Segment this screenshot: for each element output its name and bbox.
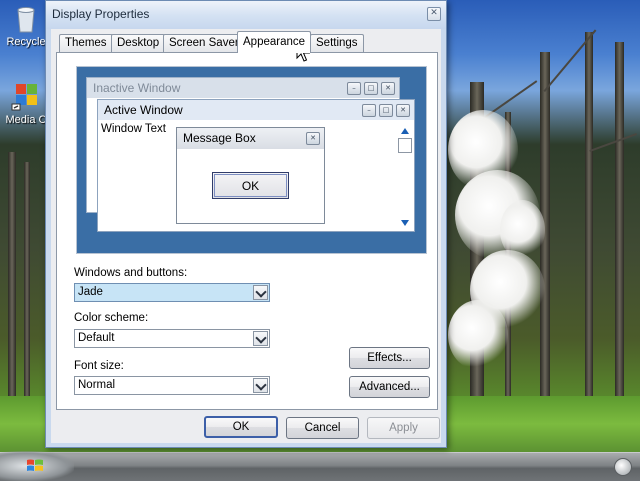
preview-message-box: Message Box ✕ OK (176, 127, 325, 224)
maximize-icon: □ (379, 104, 393, 117)
tree-trunk (24, 162, 30, 412)
tab-themes[interactable]: Themes (59, 34, 113, 52)
recycle-bin-icon (10, 2, 42, 34)
cancel-button[interactable]: Cancel (286, 417, 359, 439)
scroll-thumb (398, 138, 412, 153)
desktop-icon-label: Recycle (6, 36, 46, 48)
scroll-up-arrow-icon (401, 128, 409, 134)
preview-inactive-caption-buttons: – □ ✕ (344, 82, 395, 95)
start-button[interactable] (0, 451, 74, 481)
preview-message-box-caption-buttons: ✕ (303, 132, 320, 145)
tree-branch (589, 133, 637, 152)
font-size-select[interactable]: Normal (74, 376, 270, 395)
preview-scrollbar (398, 124, 412, 229)
close-icon: ✕ (381, 82, 395, 95)
font-size-value: Normal (78, 379, 116, 391)
windows-and-buttons-select[interactable]: Jade (74, 283, 270, 302)
preview-active-caption-buttons: – □ ✕ (359, 104, 410, 117)
appearance-preview: Inactive Window – □ ✕ Active Window – □ ✕ Wi… (76, 66, 427, 254)
desktop-icon-label: Media C (5, 114, 47, 126)
preview-message-box-title: Message Box (177, 128, 324, 149)
scroll-down-arrow-icon (401, 220, 409, 226)
media-center-icon (10, 80, 42, 112)
color-scheme-select[interactable]: Default (74, 329, 270, 348)
ok-button[interactable]: OK (204, 416, 278, 438)
maximize-icon: □ (364, 82, 378, 95)
show-desktop-icon[interactable] (614, 458, 632, 476)
tree-trunk (615, 42, 624, 412)
close-icon: ✕ (396, 104, 410, 117)
windows-logo-icon (26, 458, 44, 477)
chevron-down-icon[interactable] (253, 285, 268, 300)
minimize-icon: – (362, 104, 376, 117)
dialog-client-area: Themes Desktop Screen Saver Appearance S… (51, 29, 441, 443)
window-title: Display Properties (52, 7, 150, 21)
close-icon[interactable]: ✕ (427, 7, 441, 21)
advanced-button[interactable]: Advanced... (349, 376, 430, 398)
display-properties-window: Display Properties ✕ Themes Desktop Scre… (45, 0, 447, 448)
chevron-down-icon[interactable] (253, 378, 268, 393)
close-icon: ✕ (306, 132, 320, 145)
font-size-label: Font size: (74, 360, 124, 372)
tree-trunk (8, 152, 16, 412)
appearance-tab-panel: Inactive Window – □ ✕ Active Window – □ ✕ Wi… (56, 52, 438, 410)
preview-message-box-ok-button: OK (212, 172, 289, 199)
tab-desktop[interactable]: Desktop (111, 34, 166, 52)
tree-blossom (500, 200, 545, 260)
effects-button[interactable]: Effects... (349, 347, 430, 369)
minimize-icon: – (347, 82, 361, 95)
tab-appearance[interactable]: Appearance (237, 31, 312, 53)
tab-settings[interactable]: Settings (310, 34, 364, 52)
color-scheme-value: Default (78, 332, 115, 344)
windows-and-buttons-value: Jade (78, 286, 103, 298)
tree-trunk (585, 32, 593, 412)
desktop-icon-media-center[interactable]: Media C (2, 80, 50, 126)
taskbar (0, 451, 640, 481)
title-bar[interactable]: Display Properties ✕ (46, 1, 446, 29)
preview-window-text: Window Text (101, 123, 166, 135)
windows-and-buttons-label: Windows and buttons: (74, 267, 188, 279)
tab-screen-saver[interactable]: Screen Saver (163, 34, 245, 52)
color-scheme-label: Color scheme: (74, 312, 149, 324)
tree-blossom (448, 300, 508, 370)
chevron-down-icon[interactable] (253, 331, 268, 346)
desktop-icon-recycle-bin[interactable]: Recycle (2, 2, 50, 48)
apply-button[interactable]: Apply (367, 417, 440, 439)
